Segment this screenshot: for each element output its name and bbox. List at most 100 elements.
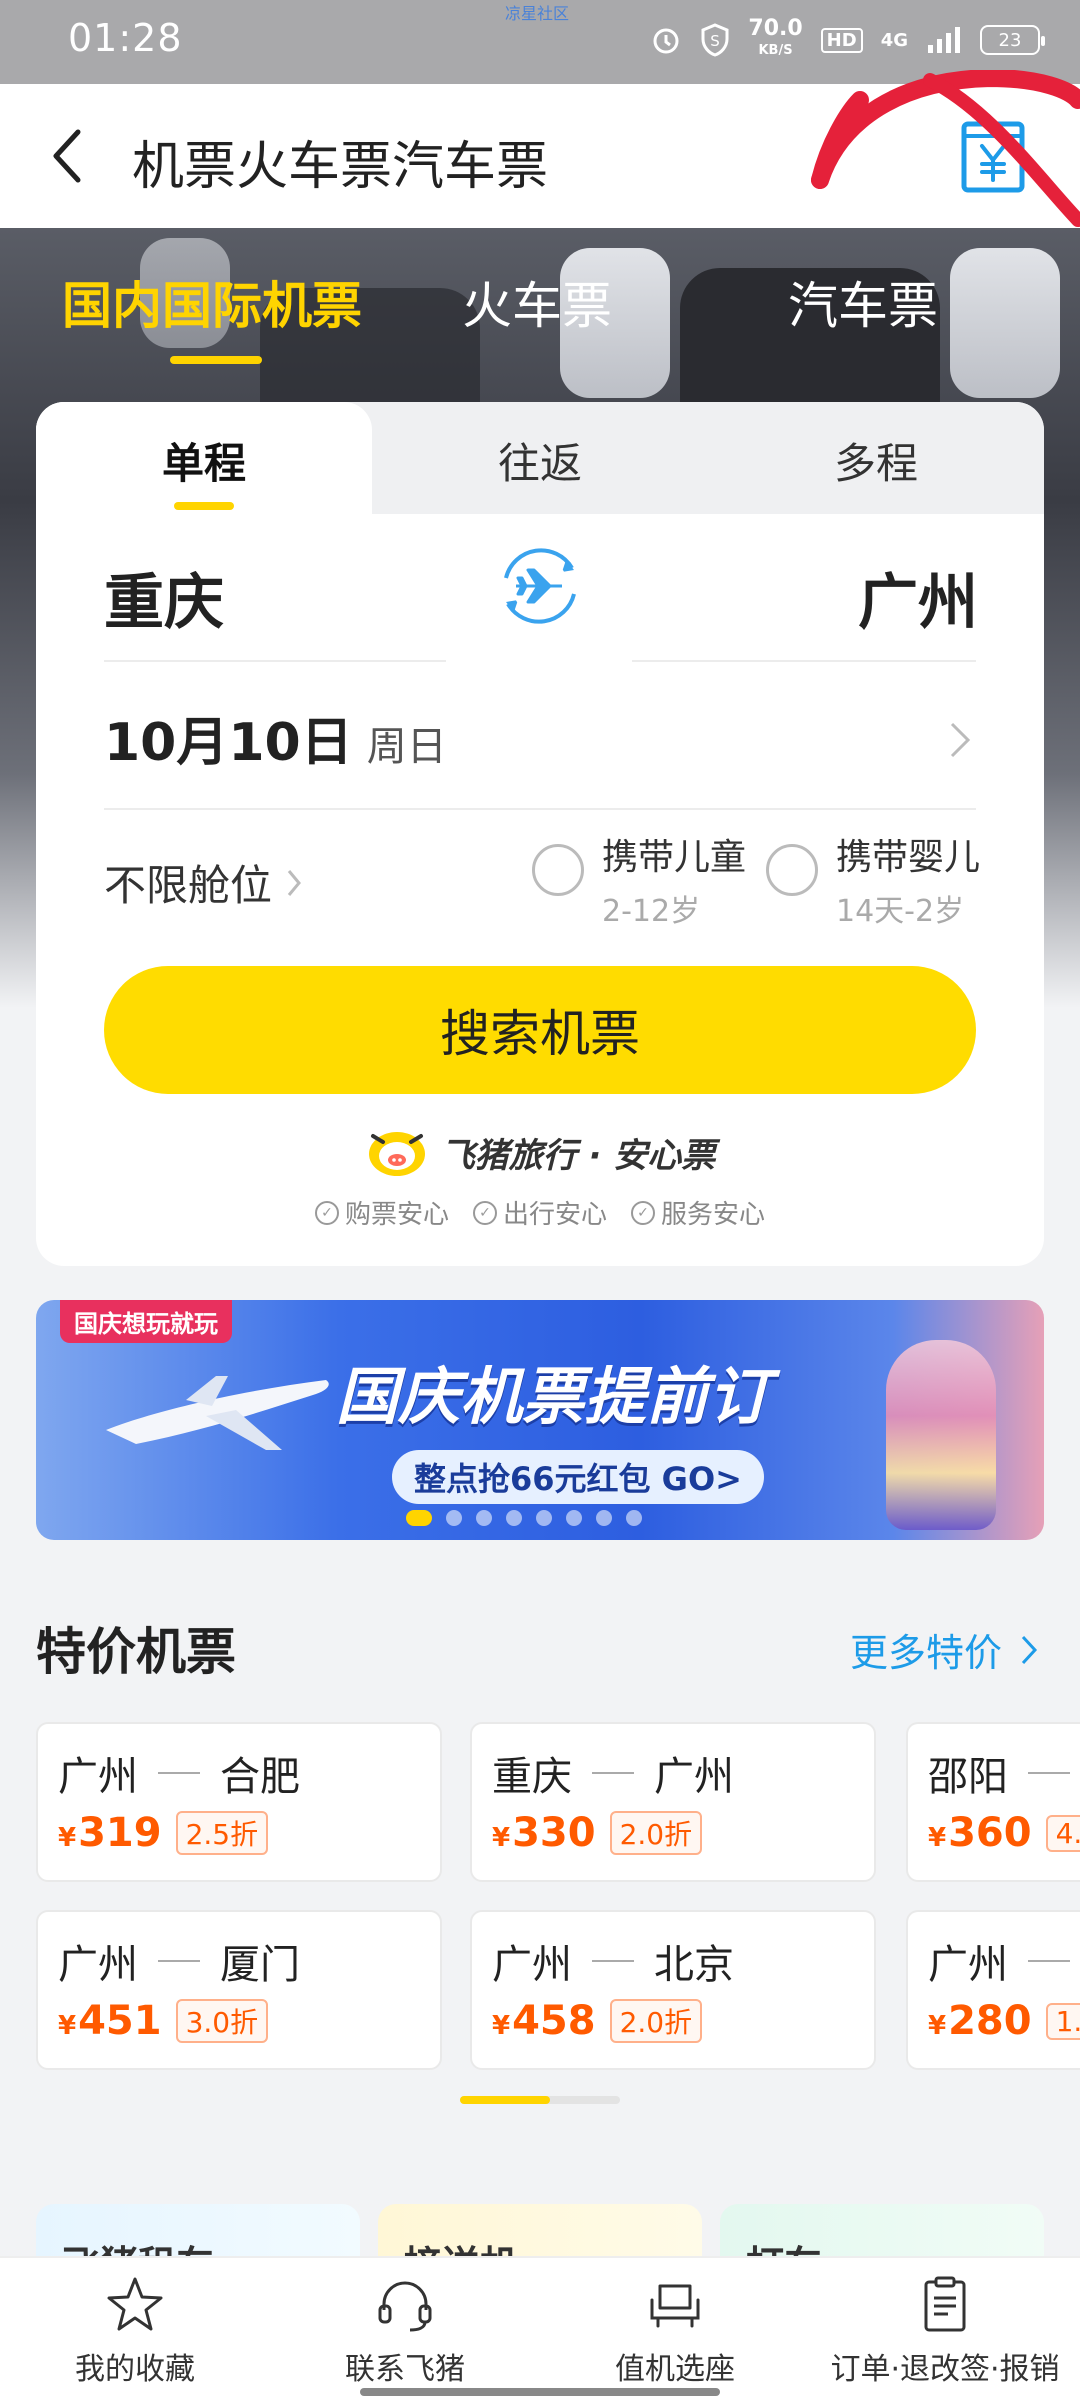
divider <box>632 660 976 662</box>
search-flights-button[interactable]: 搜索机票 <box>104 966 976 1094</box>
banner-dot <box>596 1510 612 1526</box>
search-card: 单程 往返 多程 重庆 广州 10月10日 周日 不限舱位 携带儿童 2-12岁… <box>36 402 1044 1266</box>
section-title: 特价机票 <box>36 1623 236 1681</box>
cabin-class-label: 不限舱位 <box>104 861 273 910</box>
banner-dot <box>406 1510 432 1526</box>
guarantee-item: ✓ 服务安心 <box>631 1194 765 1231</box>
alarm-icon <box>653 28 679 54</box>
deal-discount: 2.0折 <box>609 1999 703 2043</box>
deal-discount: 2.5折 <box>175 1811 269 1855</box>
speed-value: 70.0 <box>748 16 803 41</box>
cabin-class-selector[interactable]: 不限舱位 <box>104 852 302 913</box>
nav-header: 机票火车票汽车票 <box>0 84 1080 228</box>
tab-round-trip[interactable]: 往返 <box>372 430 708 491</box>
page-title: 机票火车票汽车票 <box>132 137 549 197</box>
currency-symbol: ¥ <box>492 2011 511 2041</box>
deal-route: 广州… <box>928 1932 1080 1990</box>
tab-one-way[interactable]: 单程 <box>36 430 372 491</box>
date-selector[interactable]: 10月10日 周日 <box>104 700 447 775</box>
signal-icon <box>928 27 960 53</box>
infant-option-text: 携带婴儿 14天-2岁 <box>836 828 980 930</box>
deal-to: 广州 <box>654 1754 734 1800</box>
deals-scroll-track <box>460 2096 620 2104</box>
nav-orders[interactable]: 订单·退改签·报销 <box>810 2258 1080 2400</box>
deal-price-row: ¥319 2.5折 <box>58 1810 269 1856</box>
arrival-city[interactable]: 广州 <box>858 554 978 641</box>
route-arrow <box>158 1772 200 1774</box>
deal-from: 广州 <box>58 1942 138 1988</box>
departure-city[interactable]: 重庆 <box>104 554 224 641</box>
child-option[interactable]: 携带儿童 2-12岁 <box>532 828 746 930</box>
mode-tabs: 国内国际机票 火车票 汽车票 <box>0 228 1080 368</box>
tab-train[interactable]: 火车票 <box>462 266 612 338</box>
nav-checkin[interactable]: 值机选座 <box>540 2258 810 2400</box>
deal-price-value: 280 <box>948 1998 1032 2044</box>
nav-label: 我的收藏 <box>75 2352 195 2387</box>
watermark-text: 凉星社区 <box>505 4 570 23</box>
deal-card[interactable]: 广州 厦门 ¥451 3.0折 <box>36 1910 442 2070</box>
svg-text:S: S <box>711 32 721 50</box>
departure-date: 10月10日 <box>104 713 353 773</box>
deal-discount: 4. <box>1045 1814 1080 1852</box>
guarantee-label: 购票安心 <box>344 1200 449 1230</box>
child-radio[interactable] <box>532 844 584 896</box>
child-age: 2-12岁 <box>602 894 701 929</box>
tab-bus[interactable]: 汽车票 <box>788 266 938 338</box>
status-bar: 01:28 凉星社区 S 70.0 KB/S HD 4G 23 <box>0 0 1080 84</box>
fliggy-logo-icon <box>368 1132 425 1176</box>
deal-price-value: 360 <box>948 1810 1032 1856</box>
tab-flights[interactable]: 国内国际机票 <box>62 266 362 338</box>
route-arrow <box>1028 1960 1070 1962</box>
network-speed: 70.0 KB/S <box>748 18 802 62</box>
deal-card[interactable]: 广州… ¥280 1. <box>906 1910 1080 2070</box>
route-arrow <box>1028 1772 1070 1774</box>
deal-from: 广州 <box>492 1942 572 1988</box>
home-indicator[interactable] <box>360 2388 720 2396</box>
deal-route: 广州 合肥 <box>58 1744 300 1802</box>
status-time: 01:28 <box>68 16 183 60</box>
deal-price-value: 330 <box>512 1810 596 1856</box>
banner-dot <box>506 1510 522 1526</box>
deal-discount: 3.0折 <box>175 1999 269 2043</box>
deal-to: 合肥 <box>220 1754 300 1800</box>
chevron-right-icon <box>950 722 971 758</box>
deal-to: 厦门 <box>220 1942 300 1988</box>
infant-option[interactable]: 携带婴儿 14天-2岁 <box>766 828 980 930</box>
banner-dot <box>566 1510 582 1526</box>
back-button[interactable] <box>40 124 100 188</box>
deal-price: ¥319 <box>58 1810 162 1856</box>
deal-price: ¥360 <box>928 1810 1032 1856</box>
deal-from: 广州 <box>58 1754 138 1800</box>
airplane-icon <box>106 1376 329 1450</box>
infant-radio[interactable] <box>766 844 818 896</box>
promo-banner[interactable]: 国庆想玩就玩 国庆机票提前订 整点抢66元红包 GO> <box>36 1300 1044 1540</box>
invoice-icon[interactable] <box>960 120 1026 194</box>
deal-card[interactable]: 广州 合肥 ¥319 2.5折 <box>36 1722 442 1882</box>
nav-label: 订单·退改签·报销 <box>830 2352 1060 2387</box>
currency-symbol: ¥ <box>58 1823 77 1853</box>
deal-card[interactable]: 邵阳… ¥360 4. <box>906 1722 1080 1882</box>
seat-icon <box>650 2284 700 2328</box>
swap-cities-button[interactable] <box>492 538 588 634</box>
banner-dot <box>626 1510 642 1526</box>
check-circle-icon: ✓ <box>631 1200 655 1225</box>
speed-unit: KB/S <box>758 43 793 58</box>
brand-row: 飞猪旅行 · 安心票 <box>36 1126 1044 1178</box>
deal-route: 邵阳… <box>928 1744 1080 1802</box>
network-type: 4G <box>880 29 908 51</box>
nav-favorites[interactable]: 我的收藏 <box>0 2258 270 2400</box>
deal-card[interactable]: 广州 北京 ¥458 2.0折 <box>470 1910 876 2070</box>
more-deals-link[interactable]: 更多特价 <box>850 1622 1038 1677</box>
banner-character-image <box>886 1340 996 1530</box>
nav-contact[interactable]: 联系飞猪 <box>270 2258 540 2400</box>
deal-price: ¥458 <box>492 1998 596 2044</box>
more-deals-label: 更多特价 <box>850 1631 1003 1675</box>
deal-price-row: ¥360 4. <box>928 1810 1080 1856</box>
deal-card[interactable]: 重庆 广州 ¥330 2.0折 <box>470 1722 876 1882</box>
banner-dot <box>446 1510 462 1526</box>
banner-tag: 国庆想玩就玩 <box>60 1300 232 1343</box>
route-arrow <box>158 1960 200 1962</box>
nav-label: 值机选座 <box>615 2352 735 2387</box>
tab-multi-city[interactable]: 多程 <box>708 430 1044 491</box>
trip-type-tabs: 单程 往返 多程 <box>36 402 1044 514</box>
